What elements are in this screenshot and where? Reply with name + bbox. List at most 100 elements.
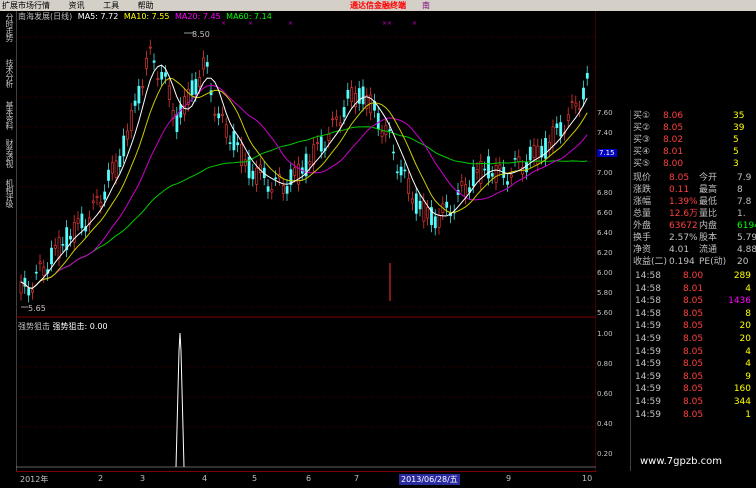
quote-row[interactable]: 收益(二) 0.194 PE(动) 20	[633, 256, 756, 268]
tick-volume: 4	[745, 283, 751, 294]
tick-volume: 1436	[728, 296, 751, 307]
candle-body	[407, 178, 411, 195]
tick-row[interactable]: 14:59 8.05 4	[633, 346, 756, 358]
candle-body	[69, 235, 72, 240]
promo-text[interactable]: 通达信金融终端	[350, 0, 406, 11]
indicator-spike	[175, 332, 185, 468]
candle-body	[129, 110, 133, 131]
candle-body	[555, 123, 559, 128]
bid-row[interactable]: 买④ 8.01 5	[633, 146, 756, 158]
candle-body	[190, 80, 194, 96]
ma10-label: MA10: 7.55	[123, 12, 170, 21]
side-tab-basic[interactable]: 基本资料	[2, 101, 14, 129]
kline-chart[interactable]: 8.50 5.65 × × × ×× ×	[16, 11, 596, 471]
quote-label-2: PE(动)	[699, 257, 727, 267]
candle-body	[50, 247, 53, 265]
svg-text:×: ×	[412, 20, 417, 27]
candle-body	[61, 244, 65, 246]
candle-body	[194, 79, 198, 95]
candle-body	[426, 207, 430, 219]
quote-row[interactable]: 涨幅 1.39% 最低 7.8	[633, 196, 756, 208]
bid-row[interactable]: 买② 8.05 39	[633, 122, 756, 134]
candle-body	[487, 156, 490, 179]
ma60-line	[20, 126, 588, 289]
tick-row[interactable]: 14:59 8.05 1	[633, 409, 756, 421]
tick-row[interactable]: 14:59 8.05 9	[633, 371, 756, 383]
tick-row[interactable]: 14:59 8.05 160	[633, 383, 756, 395]
candle-body	[490, 173, 494, 177]
candle-body	[532, 145, 536, 158]
candle-body	[53, 245, 57, 249]
candle-body	[152, 60, 156, 63]
tick-volume: 344	[733, 397, 751, 407]
quote-value-2: 7.9	[737, 173, 752, 183]
quote-row[interactable]: 净资 4.01 流通 4.88	[633, 244, 756, 256]
quote-row[interactable]: 现价 8.05 今开 7.9	[633, 172, 756, 184]
bid-volume: 39	[733, 123, 745, 133]
month-5: 5	[252, 474, 258, 483]
tick-price: 8.05	[683, 296, 704, 307]
candle-body	[141, 86, 145, 89]
quote-row[interactable]: 涨跌 0.11 最高 8	[633, 184, 756, 196]
tick-time: 14:59	[635, 321, 661, 332]
menu-item-news[interactable]: 资讯	[67, 0, 85, 11]
tick-row[interactable]: 14:58 8.05 8	[633, 308, 756, 320]
side-tab-finance[interactable]: 财务透视	[2, 139, 14, 167]
quote-value: 8.05	[669, 173, 690, 183]
tick-row[interactable]: 14:59 8.05 20	[633, 333, 756, 345]
bid-row[interactable]: 买③ 8.02 5	[633, 134, 756, 146]
tick-row[interactable]: 14:59 8.05 20	[633, 320, 756, 332]
quote-label-2: 流通	[699, 245, 718, 255]
quote-row[interactable]: 总量 12.6万 量比 1.	[633, 208, 756, 220]
candle-body	[559, 122, 563, 137]
bid-volume: 35	[733, 111, 745, 121]
tick-price: 8.00	[683, 271, 704, 281]
candle-body	[164, 72, 167, 77]
candle-body	[475, 169, 479, 173]
candle-body	[160, 71, 164, 80]
side-tab-intraday[interactable]: 分时走势	[2, 13, 14, 41]
indicator-name[interactable]: 强势狙击	[18, 322, 50, 331]
tick-time: 14:59	[635, 409, 661, 420]
candle-body	[95, 196, 99, 198]
quote-value-2: 8	[737, 185, 743, 195]
candle-body	[110, 162, 114, 174]
indicator-value: 强势狙击: 0.00	[52, 322, 108, 331]
menu-item-tools[interactable]: 工具	[101, 0, 119, 11]
quote-value-2: 20	[737, 257, 749, 267]
quote-label-2: 最高	[699, 185, 718, 195]
bid-price: 8.01	[663, 147, 684, 157]
candle-body	[361, 86, 365, 105]
quote-row[interactable]: 换手 2.57% 股本 5.79	[633, 232, 756, 244]
quote-value: 12.6万	[669, 209, 699, 219]
candle-body	[76, 218, 80, 224]
bid-row[interactable]: 买⑤ 8.00 3	[633, 158, 756, 170]
tick-row[interactable]: 14:58 8.00 289	[633, 270, 756, 282]
tick-time: 14:58	[635, 296, 661, 307]
tick-row[interactable]: 14:58 8.01 4	[633, 283, 756, 295]
bid-row[interactable]: 买① 8.06 35	[633, 110, 756, 122]
watermark-text: www.7gpzb.com	[640, 456, 722, 467]
side-tab-tech[interactable]: 技术分析	[2, 59, 14, 87]
menu-item-help[interactable]: 帮助	[136, 0, 154, 11]
year-label: 2012年	[20, 475, 49, 484]
tick-price: 8.05	[683, 384, 704, 395]
tick-time: 14:59	[635, 334, 661, 344]
tick-row[interactable]: 14:59 8.05 4	[633, 358, 756, 370]
menu-item-market[interactable]: 扩展市场行情	[0, 0, 50, 11]
candle-body	[494, 164, 498, 183]
tick-row[interactable]: 14:59 8.05 344	[633, 396, 756, 408]
quote-label: 涨幅	[633, 197, 652, 207]
candle-body	[27, 288, 31, 296]
side-tab-rating[interactable]: 机构评级	[2, 179, 14, 207]
month-3: 3	[140, 474, 146, 483]
quote-label-2: 今开	[699, 173, 718, 183]
quote-row[interactable]: 外盘 63672内盘 6194	[633, 220, 756, 232]
candle-body	[137, 85, 141, 104]
month-6: 6	[306, 474, 312, 483]
tick-row[interactable]: 14:58 8.05 1436	[633, 295, 756, 307]
quote-label: 外盘	[633, 221, 652, 231]
candle-body	[350, 87, 354, 102]
tick-volume: 160	[733, 384, 751, 395]
candle-body	[422, 200, 426, 222]
